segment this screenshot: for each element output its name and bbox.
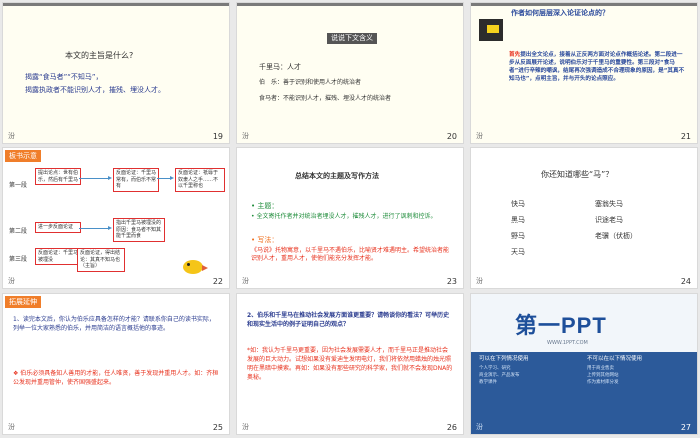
- bird-icon: [183, 260, 208, 274]
- outline-box: 反面论证：祇辱于奴隶人之手……不以千里称也: [175, 168, 225, 192]
- horse-term: 快马: [511, 200, 525, 208]
- slide-title: 你还知道哪些“马”？: [541, 170, 614, 179]
- slide-footer: 汾: [242, 277, 249, 285]
- info-panel: [471, 352, 697, 434]
- slide-number: 20: [446, 132, 457, 141]
- slide-title: 总结本文的主题及写作方法: [295, 172, 379, 180]
- slide-topbar: [237, 3, 463, 6]
- question-2: 2、伯乐和千里马在推动社会发展方面谁更重要？请畅谈你的看法？可举历史和现实生活中…: [247, 312, 450, 328]
- slide-footer: 汾: [8, 132, 15, 140]
- decor-block: [487, 25, 499, 33]
- section-tag: 拓展延伸: [5, 296, 41, 308]
- slide-number: 24: [680, 277, 691, 286]
- slide-footer: 汾: [476, 423, 483, 431]
- section-label-text: 写法：: [257, 236, 279, 244]
- disallowed-item: 上传到其他网站: [587, 373, 619, 378]
- flow-arrow: [79, 176, 112, 180]
- slide-number: 19: [212, 132, 223, 141]
- disallowed-item: 作为素材库分发: [587, 380, 619, 385]
- slide-footer: 汾: [476, 277, 483, 285]
- slide-footer: 汾: [8, 277, 15, 285]
- allowed-item: 教学课件: [479, 380, 497, 385]
- section-tag: 板书示意: [5, 150, 41, 162]
- slide-topbar: [3, 3, 229, 6]
- allowed-heading: 可以在下列情况使用: [479, 356, 529, 362]
- meaning-line: 食马者：不能识别人才，摧残、埋没人才的统治者: [259, 95, 392, 102]
- question-1: 1、读完本文后，你认为伯乐应具备怎样的才能？请联系你自己的读书实际，列举一位大家…: [13, 316, 215, 332]
- slide-20[interactable]: 说说下文含义 千里马：人才 伯 乐：善于识别和使用人才的统治者 食马者：不能识别…: [237, 3, 463, 143]
- slide-topbar: [471, 3, 697, 6]
- horse-term: 黑马: [511, 216, 525, 224]
- meaning-line: 伯 乐：善于识别和使用人才的统治者: [259, 79, 362, 86]
- slide-footer: 汾: [242, 132, 249, 140]
- slide-number: 21: [680, 132, 691, 141]
- allowed-item: 商业演示、产品发布: [479, 373, 520, 378]
- section-label: • 主题：: [251, 202, 279, 210]
- slide-footer: 汾: [8, 423, 15, 431]
- slide-body: 首先提出全文论点，接着从正反两方面对论点作概括论述。第二段进一步从反面展开论述，…: [509, 51, 687, 83]
- row-label: 第二段: [9, 228, 28, 235]
- horse-term: 野马: [511, 232, 525, 240]
- slide-number: 27: [680, 423, 691, 432]
- method-lead: 《马说》托物寓意，: [251, 247, 306, 254]
- bullet-line: 揭露执政者不能识别人才，摧残、埋没人才。: [25, 86, 165, 94]
- section-label-text: 主题：: [257, 202, 279, 210]
- method-text: 《马说》托物寓意，以千里马不遇伯乐，比喻贤才难遇明主。希望统治者能识别人才，重用…: [251, 247, 451, 262]
- slide-26[interactable]: 2、伯乐和千里马在推动社会发展方面谁更重要？请畅谈你的看法？可举历史和现实生活中…: [237, 294, 463, 434]
- slide-23[interactable]: 总结本文的主题及写作方法 • 主题： • 全文寄托作者并对统治者埋没人才，摧残人…: [237, 148, 463, 288]
- slide-footer: 汾: [476, 132, 483, 140]
- flow-arrow: [79, 226, 112, 230]
- slide-25[interactable]: 拓展延伸 1、读完本文后，你认为伯乐应具备怎样的才能？请联系你自己的读书实际，列…: [3, 294, 229, 434]
- slide-footer: 汾: [242, 423, 249, 431]
- row-label: 第一段: [9, 182, 28, 189]
- theme-body: 全文寄托作者并对统治者埋没人才，摧残人才，进行了讽刺和控诉。: [256, 213, 437, 220]
- slide-19[interactable]: 本文的主旨是什么? 揭露“食马者”“不知马”， 揭露执政者不能识别人才，摧残、埋…: [3, 3, 229, 143]
- flow-arrow: [157, 176, 174, 180]
- slide-21[interactable]: 作者如何层层深入论证论点的？ 首先提出全文论点，接着从正反两方面对论点作概括论述…: [471, 3, 697, 143]
- answer-1-text: 伯乐必须具备知人善用的才能，任人唯贤，善于发现并重用人才。如：齐桓公发现并重用管…: [13, 370, 219, 386]
- horse-term: 天马: [511, 248, 525, 256]
- slide-24[interactable]: 你还知道哪些“马”？ 快马 黑马 野马 天马 塞翁失马 识途老马 老骥（伏枥） …: [471, 148, 697, 288]
- answer-1: ❖ 伯乐必须具备知人善用的才能，任人唯贤，善于发现并重用人才。如：齐桓公发现并重…: [13, 370, 219, 387]
- brand-logo: 第一PPT: [515, 313, 607, 338]
- slide-number: 26: [446, 423, 457, 432]
- body-text: 提出全文论点，接着从正反两方面对论点作概括论述。第二段进一步从反面展开论述，说明…: [509, 52, 685, 83]
- outline-box: 进一步反面论证: [35, 222, 81, 233]
- outline-box: 反面论证：千里马被埋没: [35, 248, 81, 265]
- body-lead: 首先: [509, 52, 521, 58]
- bullet-line: 揭露“食马者”“不知马”，: [25, 73, 103, 81]
- outline-box: 提出论点：世有伯乐，然后有千里马: [35, 168, 81, 185]
- slide-title: 本文的主旨是什么?: [65, 51, 134, 60]
- horse-idiom: 识途老马: [595, 216, 623, 224]
- theme-text: • 全文寄托作者并对统治者埋没人才，摧残人才，进行了讽刺和控诉。: [251, 213, 437, 220]
- disallowed-item: 用于商业售卖: [587, 366, 614, 371]
- answer-2: *如：我认为千里马更重要，因为社会发展需要人才，而千里马正是推动社会发展的巨大动…: [247, 347, 453, 381]
- disallowed-heading: 不可以在以下情况使用: [587, 356, 643, 362]
- slide-27[interactable]: 第一PPT WWW.1PPT.COM 可以在下列情况使用 不可以在以下情况使用 …: [471, 294, 697, 434]
- horse-idiom: 塞翁失马: [595, 200, 623, 208]
- outline-box: 反面论证：千里马常有，而伯乐不常有: [113, 168, 159, 192]
- slide-number: 23: [446, 277, 457, 286]
- outline-box: 反面论证，得出结论：其真不知马也（主旨）: [77, 248, 125, 272]
- slide-22[interactable]: 板书示意 第一段 第二段 第三段 提出论点：世有伯乐，然后有千里马 反面论证：千…: [3, 148, 229, 288]
- brand-url: WWW.1PPT.COM: [547, 340, 588, 346]
- meaning-line: 千里马：人才: [259, 63, 301, 71]
- slide-title: 作者如何层层深入论证论点的？: [511, 9, 609, 17]
- allowed-item: 个人学习、研究: [479, 366, 511, 371]
- horse-idiom: 老骥（伏枥）: [595, 232, 637, 240]
- row-label: 第三段: [9, 256, 28, 263]
- section-label: • 写法：: [251, 236, 279, 244]
- slide-number: 25: [212, 423, 223, 432]
- slide-title: 说说下文含义: [327, 33, 377, 44]
- slide-number: 22: [212, 277, 223, 286]
- outline-box: 指出千里马被埋没的原因：食马者不知其能千里而食: [113, 218, 165, 242]
